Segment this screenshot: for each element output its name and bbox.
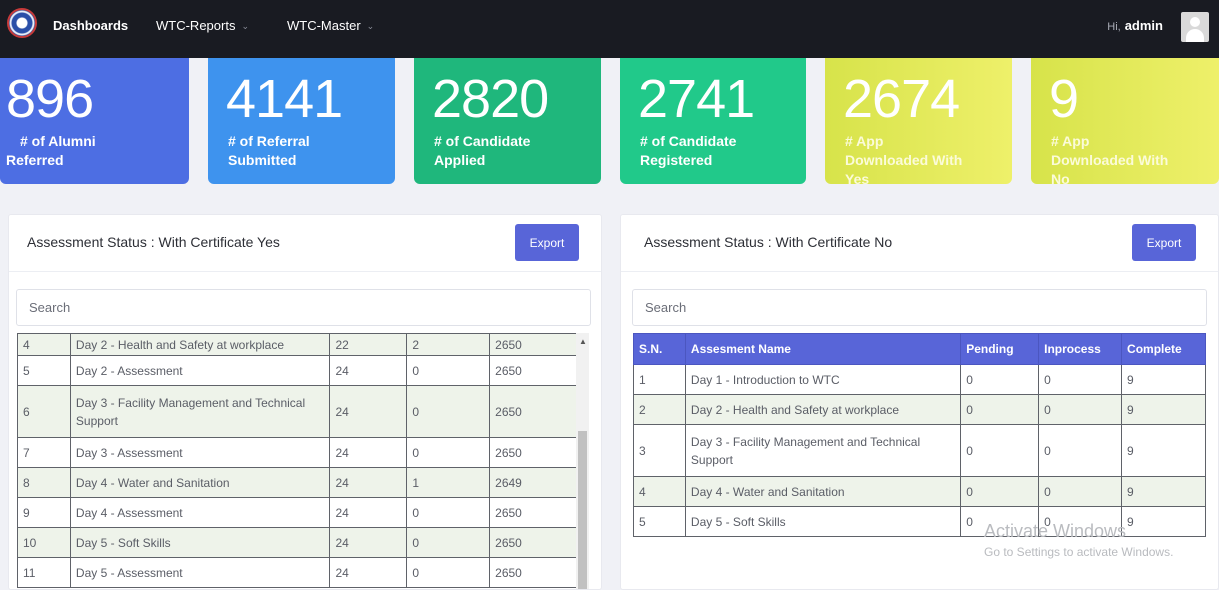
stat-card-referral-submitted: 4141 # of Referral Submitted <box>208 58 395 184</box>
table-row[interactable]: 2 Day 2 - Health and Safety at workplace 0… <box>633 394 1206 425</box>
column-header-assessment-name[interactable]: Assesment Name <box>684 333 962 365</box>
export-button[interactable]: Export <box>1132 224 1196 261</box>
activate-windows-watermark: Activate Windows Go to Settings to activ… <box>984 521 1173 559</box>
top-navbar: Dashboards WTC-Reports ⌄ WTC-Master ⌄ Hi, a… <box>0 0 1219 58</box>
scroll-thumb[interactable] <box>578 431 587 589</box>
table-row[interactable]: 6 Day 3 - Facility Management and Technic… <box>17 385 584 438</box>
user-name: admin <box>1124 18 1163 33</box>
search-input[interactable] <box>16 289 591 326</box>
column-header-complete[interactable]: Complete <box>1121 333 1206 365</box>
nav-wtc-reports[interactable]: WTC-Reports ⌄ <box>156 18 249 33</box>
column-header-pending[interactable]: Pending <box>960 333 1040 365</box>
table-row[interactable]: 5 Day 2 - Assessment 24 0 2650 <box>17 355 584 386</box>
export-button[interactable]: Export <box>515 224 579 261</box>
watermark-subtitle: Go to Settings to activate Windows. <box>984 545 1174 559</box>
stat-card-alumni-referred: 896 # of Alumni Referred <box>0 58 189 184</box>
stat-label: # App Downloaded With No <box>1051 133 1169 184</box>
stat-card-app-downloaded-no: 9 # App Downloaded With No <box>1031 58 1219 184</box>
stat-label: # App Downloaded With Yes <box>845 133 963 184</box>
search-input[interactable] <box>632 289 1207 326</box>
table-row[interactable]: 1 Day 1 - Introduction to WTC 0 0 9 <box>633 364 1206 395</box>
stat-value: 2741 <box>638 69 755 129</box>
table-scroll-area[interactable]: 4 Day 2 - Health and Safety at workplace 2… <box>17 333 584 589</box>
table-row[interactable]: 9 Day 4 - Assessment 24 0 2650 <box>17 497 584 528</box>
panel-title: Assessment Status : With Certificate Yes <box>27 234 280 250</box>
assessment-table-yes: 4 Day 2 - Health and Safety at workplace 2… <box>17 333 584 588</box>
stat-card-candidate-applied: 2820 # of Candidate Applied <box>414 58 601 184</box>
stat-card-app-downloaded-yes: 2674 # App Downloaded With Yes <box>825 58 1012 184</box>
scroll-up-arrow-icon[interactable]: ▲ <box>579 337 587 346</box>
nav-wtc-reports-label: WTC-Reports <box>156 18 236 33</box>
table-scrollbar[interactable]: ▲ <box>576 333 589 589</box>
stat-value: 896 <box>6 69 94 129</box>
table-row[interactable]: 4 Day 4 - Water and Sanitation 0 0 9 <box>633 476 1206 507</box>
greeting-text: Hi, <box>1107 21 1121 33</box>
avatar[interactable] <box>1181 12 1209 42</box>
logo-icon[interactable] <box>7 8 37 38</box>
stat-label: # of Candidate Applied <box>434 133 531 168</box>
stat-label: # of Candidate Registered <box>640 133 737 168</box>
column-header-sn[interactable]: S.N. <box>633 333 686 365</box>
table-row[interactable]: 4 Day 2 - Health and Safety at workplace 2… <box>17 333 584 356</box>
table-row[interactable]: 7 Day 3 - Assessment 24 0 2650 <box>17 437 584 468</box>
chevron-down-icon: ⌄ <box>366 21 375 31</box>
table-row[interactable]: 3 Day 3 - Facility Management and Technic… <box>633 424 1206 477</box>
stat-value: 2820 <box>432 69 549 129</box>
divider <box>621 271 1218 272</box>
stat-card-candidate-registered: 2741 # of Candidate Registered <box>620 58 806 184</box>
stat-label: # of Referral Submitted <box>228 133 310 168</box>
table-row[interactable]: 8 Day 4 - Water and Sanitation 24 1 2649 <box>17 467 584 498</box>
table-row[interactable]: 11 Day 5 - Assessment 24 0 2650 <box>17 557 584 588</box>
nav-dashboards[interactable]: Dashboards <box>53 18 128 33</box>
user-icon-body <box>1186 29 1204 42</box>
divider <box>9 271 601 272</box>
nav-wtc-master-label: WTC-Master <box>287 18 361 33</box>
panel-certificate-yes: Assessment Status : With Certificate Yes… <box>8 214 602 590</box>
user-icon-head <box>1190 17 1200 27</box>
watermark-title: Activate Windows <box>984 521 1127 541</box>
nav-wtc-master[interactable]: WTC-Master ⌄ <box>287 18 374 33</box>
assessment-table-no: S.N. Assesment Name Pending Inprocess Co… <box>633 333 1206 537</box>
stat-value: 4141 <box>226 69 343 129</box>
table-row[interactable]: 10 Day 5 - Soft Skills 24 0 2650 <box>17 527 584 558</box>
stat-value: 9 <box>1049 69 1079 129</box>
stat-label: # of Alumni Referred <box>6 133 96 168</box>
panel-title: Assessment Status : With Certificate No <box>644 234 893 250</box>
table-header-row: S.N. Assesment Name Pending Inprocess Co… <box>633 333 1206 365</box>
user-greeting[interactable]: Hi, admin <box>1107 18 1163 33</box>
stat-value: 2674 <box>843 69 960 129</box>
chevron-down-icon: ⌄ <box>241 21 249 31</box>
column-header-inprocess[interactable]: Inprocess <box>1038 333 1123 365</box>
